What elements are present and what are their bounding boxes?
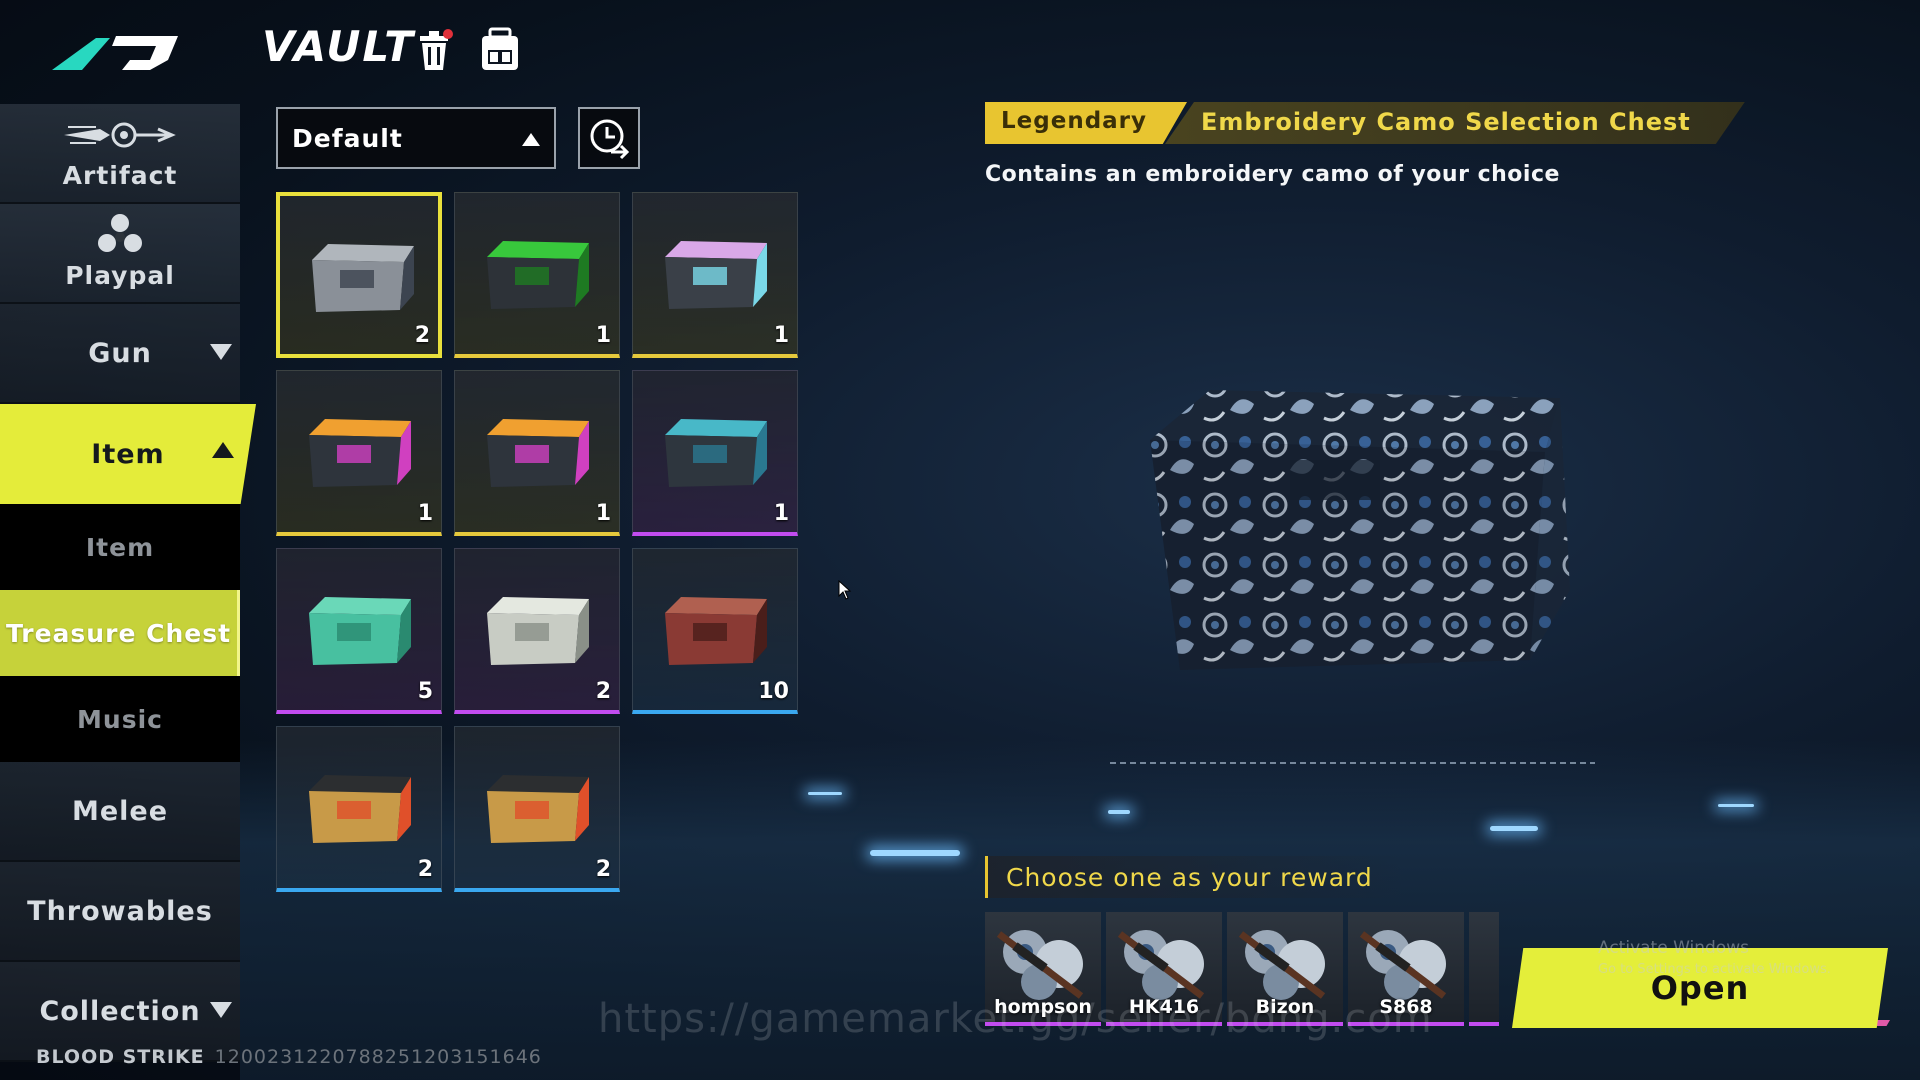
inventory-slot[interactable]: 1 [454, 370, 620, 536]
subnav-item-treasure-chest[interactable]: Treasure Chest [0, 590, 240, 676]
item-count: 2 [595, 857, 611, 882]
chest-thumbnail [665, 419, 767, 487]
sidebar-item-item[interactable]: Item [0, 404, 256, 504]
watermark: https://gamemarket.gg/seller/bdng.com [598, 996, 1433, 1042]
playpal-icon [98, 214, 142, 252]
activate-subtitle: Go to Settings to activate Windows. [1598, 962, 1831, 977]
item-count: 2 [595, 679, 611, 704]
reward-item-partial[interactable] [1469, 912, 1499, 1026]
chest-thumbnail [309, 419, 411, 487]
item-count: 1 [773, 501, 789, 526]
inventory-slot[interactable]: 2 [276, 726, 442, 892]
sidebar-item-label: Melee [71, 795, 169, 827]
sidebar-item-melee[interactable]: Melee [0, 762, 240, 862]
inventory-slot[interactable]: 5 [276, 548, 442, 714]
sidebar-item-label: Item [91, 438, 165, 470]
chest-thumbnail [309, 597, 411, 665]
sidebar-item-playpal[interactable]: Playpal [0, 204, 240, 304]
floor-light [1718, 804, 1754, 807]
chevron-up-icon [212, 442, 234, 458]
history-icon [590, 119, 630, 160]
sidebar-item-label: Collection [39, 995, 201, 1027]
chest-title-bar: Legendary Embroidery Camo Selection Ches… [985, 102, 1745, 144]
reward-header: Choose one as your reward [985, 856, 1405, 898]
inventory-slot[interactable]: 1 [454, 192, 620, 358]
inventory-slot[interactable]: 1 [632, 192, 798, 358]
trash-icon[interactable] [414, 26, 454, 74]
subnav-item-label: Item [85, 532, 155, 562]
chest-thumbnail [665, 597, 767, 665]
sort-dropdown[interactable]: Default [276, 107, 556, 169]
sidebar-item-throwables[interactable]: Throwables [0, 862, 240, 962]
chest-name: Embroidery Camo Selection Chest [1165, 102, 1745, 144]
item-count: 1 [595, 323, 611, 348]
item-count: 10 [758, 679, 789, 704]
chest-thumbnail [487, 597, 589, 665]
subnav-item-item[interactable]: Item [0, 504, 240, 590]
inventory-slot[interactable]: 2 [454, 548, 620, 714]
sidebar-item-label: Gun [88, 337, 152, 369]
mouse-cursor-icon [838, 580, 852, 600]
artifact-icon [64, 122, 176, 148]
chest-thumbnail [665, 241, 767, 309]
item-count: 1 [773, 323, 789, 348]
floor-light [808, 792, 842, 795]
inventory-slot[interactable]: 1 [276, 370, 442, 536]
rarity-badge: Legendary [985, 102, 1188, 144]
inventory-slot[interactable]: 10 [632, 548, 798, 714]
sidebar-item-artifact[interactable]: Artifact [0, 104, 240, 204]
item-count: 5 [417, 679, 433, 704]
chevron-down-icon [210, 1002, 232, 1018]
inventory-slot[interactable]: 2 [454, 726, 620, 892]
history-button[interactable] [578, 107, 640, 169]
chest-thumbnail [309, 775, 411, 843]
sidebar-item-label: Throwables [27, 895, 213, 927]
subnav-item-label: Treasure Chest [5, 618, 232, 648]
backpack-icon[interactable] [478, 26, 518, 74]
floor-light [1490, 826, 1538, 831]
sidebar-item-label: Artifact [62, 161, 178, 190]
activate-title: Activate Windows [1598, 938, 1749, 958]
floor-light [1108, 810, 1130, 814]
chest-thumbnail [312, 244, 414, 312]
chest-description: Contains an embroidery camo of your choi… [985, 162, 1560, 187]
sidebar-item-label: Playpal [65, 261, 175, 290]
sidebar: Artifact Playpal Gun Item Item Treasure … [0, 104, 256, 1062]
subnav-item-label: Music [77, 704, 163, 734]
chest-thumbnail [487, 241, 589, 309]
chest-thumbnail [487, 419, 589, 487]
activate-windows-notice: Activate Windows Go to Settings to activ… [1598, 938, 1831, 977]
item-count: 1 [417, 501, 433, 526]
item-count: 1 [595, 501, 611, 526]
reward-header-label: Choose one as your reward [1006, 862, 1373, 892]
floor-marking [1110, 762, 1595, 764]
game-logo [52, 36, 178, 70]
game-name: BLOOD STRIKE [36, 1046, 205, 1068]
chevron-down-icon [210, 344, 232, 360]
inventory-slot[interactable]: 2 [276, 192, 442, 358]
inventory-slot[interactable]: 1 [632, 370, 798, 536]
chevron-up-icon [522, 133, 540, 146]
sort-dropdown-value: Default [292, 123, 403, 153]
item-count: 2 [417, 857, 433, 882]
floor-light [870, 850, 960, 856]
sidebar-item-gun[interactable]: Gun [0, 304, 240, 404]
subnav-item-music[interactable]: Music [0, 676, 240, 762]
player-id: 1200231220788251203151646 [214, 1046, 542, 1068]
chest-preview[interactable] [1140, 370, 1580, 710]
item-count: 2 [414, 323, 430, 348]
page-title: VAULT [262, 22, 415, 71]
player-id-footer: BLOOD STRIKE 1200231220788251203151646 [36, 1046, 542, 1068]
chest-thumbnail [487, 775, 589, 843]
